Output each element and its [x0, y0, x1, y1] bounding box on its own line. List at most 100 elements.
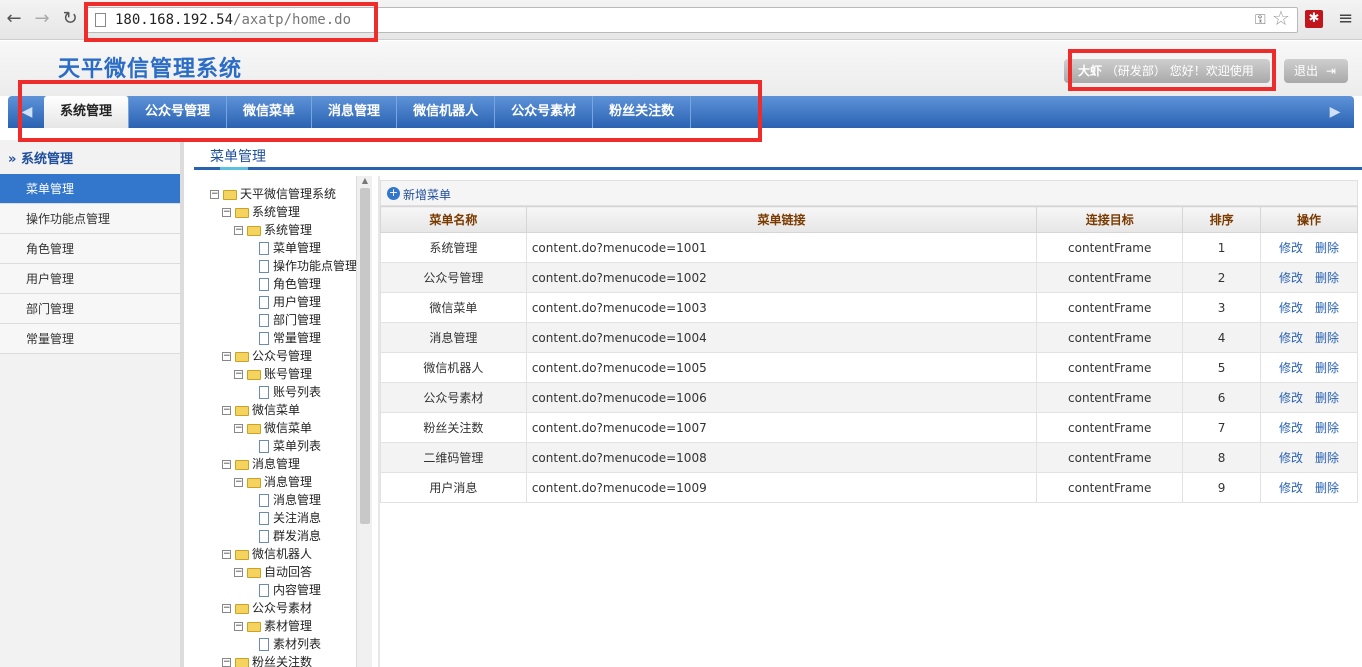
edit-link[interactable]: 修改 — [1279, 361, 1303, 375]
tree-node[interactable]: − 账号管理 — [234, 365, 312, 383]
tab-messages[interactable]: 消息管理 — [312, 96, 398, 128]
col-header-order[interactable]: 排序 — [1182, 206, 1262, 233]
tab-scroll-right-icon[interactable]: ▶ — [1322, 96, 1348, 128]
tree-node[interactable]: − 公众号素材 — [222, 599, 312, 617]
tree-node[interactable]: − 微信菜单 — [234, 419, 312, 437]
delete-link[interactable]: 删除 — [1315, 481, 1339, 495]
tab-fans[interactable]: 粉丝关注数 — [593, 96, 692, 128]
tree-node-label: 账号列表 — [273, 385, 322, 399]
cell-order: 1 — [1182, 232, 1262, 263]
delete-link[interactable]: 删除 — [1315, 391, 1339, 405]
tree-node[interactable]: − 天平微信管理系统 — [210, 185, 336, 203]
bookmark-star-icon[interactable]: ☆ — [1272, 8, 1290, 28]
tree-node[interactable]: 内容管理 — [246, 581, 321, 599]
tree-node[interactable]: 操作功能点管理 — [246, 257, 357, 275]
col-header-name[interactable]: 菜单名称 — [380, 206, 527, 233]
col-header-target[interactable]: 连接目标 — [1036, 206, 1184, 233]
sidebar-item-menu[interactable]: 菜单管理 — [0, 174, 180, 204]
logout-button[interactable]: 退出 ⇥ — [1284, 59, 1348, 83]
collapse-toggle-icon[interactable]: − — [222, 604, 231, 613]
add-menu-button[interactable]: 新增菜单 — [403, 186, 451, 203]
tree-scrollbar[interactable]: ▲ — [356, 176, 372, 667]
edit-link[interactable]: 修改 — [1279, 421, 1303, 435]
tree-node[interactable]: − 素材管理 — [234, 617, 312, 635]
tree-node[interactable]: − 消息管理 — [234, 473, 312, 491]
edit-link[interactable]: 修改 — [1279, 271, 1303, 285]
edit-link[interactable]: 修改 — [1279, 301, 1303, 315]
tree-node[interactable]: − 微信机器人 — [222, 545, 312, 563]
extension-icon[interactable]: ✱ — [1305, 10, 1323, 28]
sidebar-item-users[interactable]: 用户管理 — [0, 264, 180, 294]
collapse-toggle-icon[interactable]: − — [222, 352, 231, 361]
edit-link[interactable]: 修改 — [1279, 391, 1303, 405]
tree-node[interactable]: 关注消息 — [246, 509, 321, 527]
delete-link[interactable]: 删除 — [1315, 421, 1339, 435]
delete-link[interactable]: 删除 — [1315, 451, 1339, 465]
collapse-toggle-icon[interactable]: − — [222, 406, 231, 415]
tree-node[interactable]: − 消息管理 — [222, 455, 300, 473]
tree-node[interactable]: 消息管理 — [246, 491, 321, 509]
address-bar[interactable]: 180.168.192.54/axatp/home.do — [86, 7, 1298, 33]
tab-system[interactable]: 系统管理 — [44, 96, 130, 128]
tree-node[interactable]: 角色管理 — [246, 275, 321, 293]
collapse-toggle-icon[interactable]: − — [234, 622, 243, 631]
edit-link[interactable]: 修改 — [1279, 481, 1303, 495]
collapse-toggle-icon[interactable]: − — [234, 568, 243, 577]
tree-node[interactable]: 常量管理 — [246, 329, 321, 347]
tree-node[interactable]: 菜单列表 — [246, 437, 321, 455]
browser-menu-icon[interactable]: ≡ — [1338, 10, 1353, 28]
col-header-link[interactable]: 菜单链接 — [525, 206, 1038, 233]
file-icon — [259, 332, 269, 345]
tree-node[interactable]: − 微信菜单 — [222, 401, 300, 419]
tab-scroll-left-icon[interactable]: ◀ — [14, 96, 40, 128]
tree-node[interactable]: 部门管理 — [246, 311, 321, 329]
scroll-thumb[interactable] — [360, 188, 370, 524]
delete-link[interactable]: 删除 — [1315, 331, 1339, 345]
collapse-toggle-icon[interactable]: − — [222, 658, 231, 667]
collapse-toggle-icon[interactable]: − — [222, 550, 231, 559]
tree-node[interactable]: − 粉丝关注数 — [222, 653, 312, 667]
back-icon[interactable]: ← — [4, 9, 24, 29]
sidebar-item-function-points[interactable]: 操作功能点管理 — [0, 204, 180, 234]
scroll-up-icon[interactable]: ▲ — [357, 176, 373, 188]
edit-link[interactable]: 修改 — [1279, 241, 1303, 255]
tree-node[interactable]: 账号列表 — [246, 383, 321, 401]
forward-icon[interactable]: → — [32, 9, 52, 29]
tree-node[interactable]: − 系统管理 — [222, 203, 300, 221]
collapse-toggle-icon[interactable]: − — [234, 226, 243, 235]
collapse-toggle-icon[interactable]: − — [222, 208, 231, 217]
key-icon[interactable]: ⚿ — [1255, 12, 1266, 28]
delete-link[interactable]: 删除 — [1315, 241, 1339, 255]
tab-official-account[interactable]: 公众号管理 — [129, 96, 228, 128]
collapse-toggle-icon[interactable]: − — [234, 370, 243, 379]
cell-menu-name: 微信菜单 — [380, 292, 527, 323]
collapse-toggle-icon[interactable]: − — [234, 478, 243, 487]
collapse-toggle-icon[interactable]: − — [234, 424, 243, 433]
reload-icon[interactable]: ↻ — [60, 9, 80, 29]
tab-wechat-menu[interactable]: 微信菜单 — [227, 96, 313, 128]
add-circle-icon[interactable]: + — [387, 187, 400, 200]
collapse-toggle-icon[interactable]: − — [222, 460, 231, 469]
sidebar-item-departments[interactable]: 部门管理 — [0, 294, 180, 324]
collapse-toggle-icon[interactable]: − — [210, 190, 219, 199]
tree-node-label: 系统管理 — [264, 223, 313, 237]
edit-link[interactable]: 修改 — [1279, 451, 1303, 465]
sidebar-item-roles[interactable]: 角色管理 — [0, 234, 180, 264]
tab-wechat-robot[interactable]: 微信机器人 — [397, 96, 496, 128]
tree-node[interactable]: − 自动回答 — [234, 563, 312, 581]
tree-node[interactable]: − 系统管理 — [234, 221, 312, 239]
delete-link[interactable]: 删除 — [1315, 361, 1339, 375]
cell-menu-link: content.do?menucode=1004 — [525, 322, 1038, 353]
tab-materials[interactable]: 公众号素材 — [495, 96, 594, 128]
sidebar-item-constants[interactable]: 常量管理 — [0, 324, 180, 354]
tree-node[interactable]: 素材列表 — [246, 635, 321, 653]
file-icon — [259, 638, 269, 651]
tree-node[interactable]: 群发消息 — [246, 527, 321, 545]
tree-node[interactable]: 菜单管理 — [246, 239, 321, 257]
delete-link[interactable]: 删除 — [1315, 271, 1339, 285]
tree-node-label: 系统管理 — [252, 205, 301, 219]
tree-node[interactable]: 用户管理 — [246, 293, 321, 311]
tree-node[interactable]: − 公众号管理 — [222, 347, 312, 365]
edit-link[interactable]: 修改 — [1279, 331, 1303, 345]
delete-link[interactable]: 删除 — [1315, 301, 1339, 315]
